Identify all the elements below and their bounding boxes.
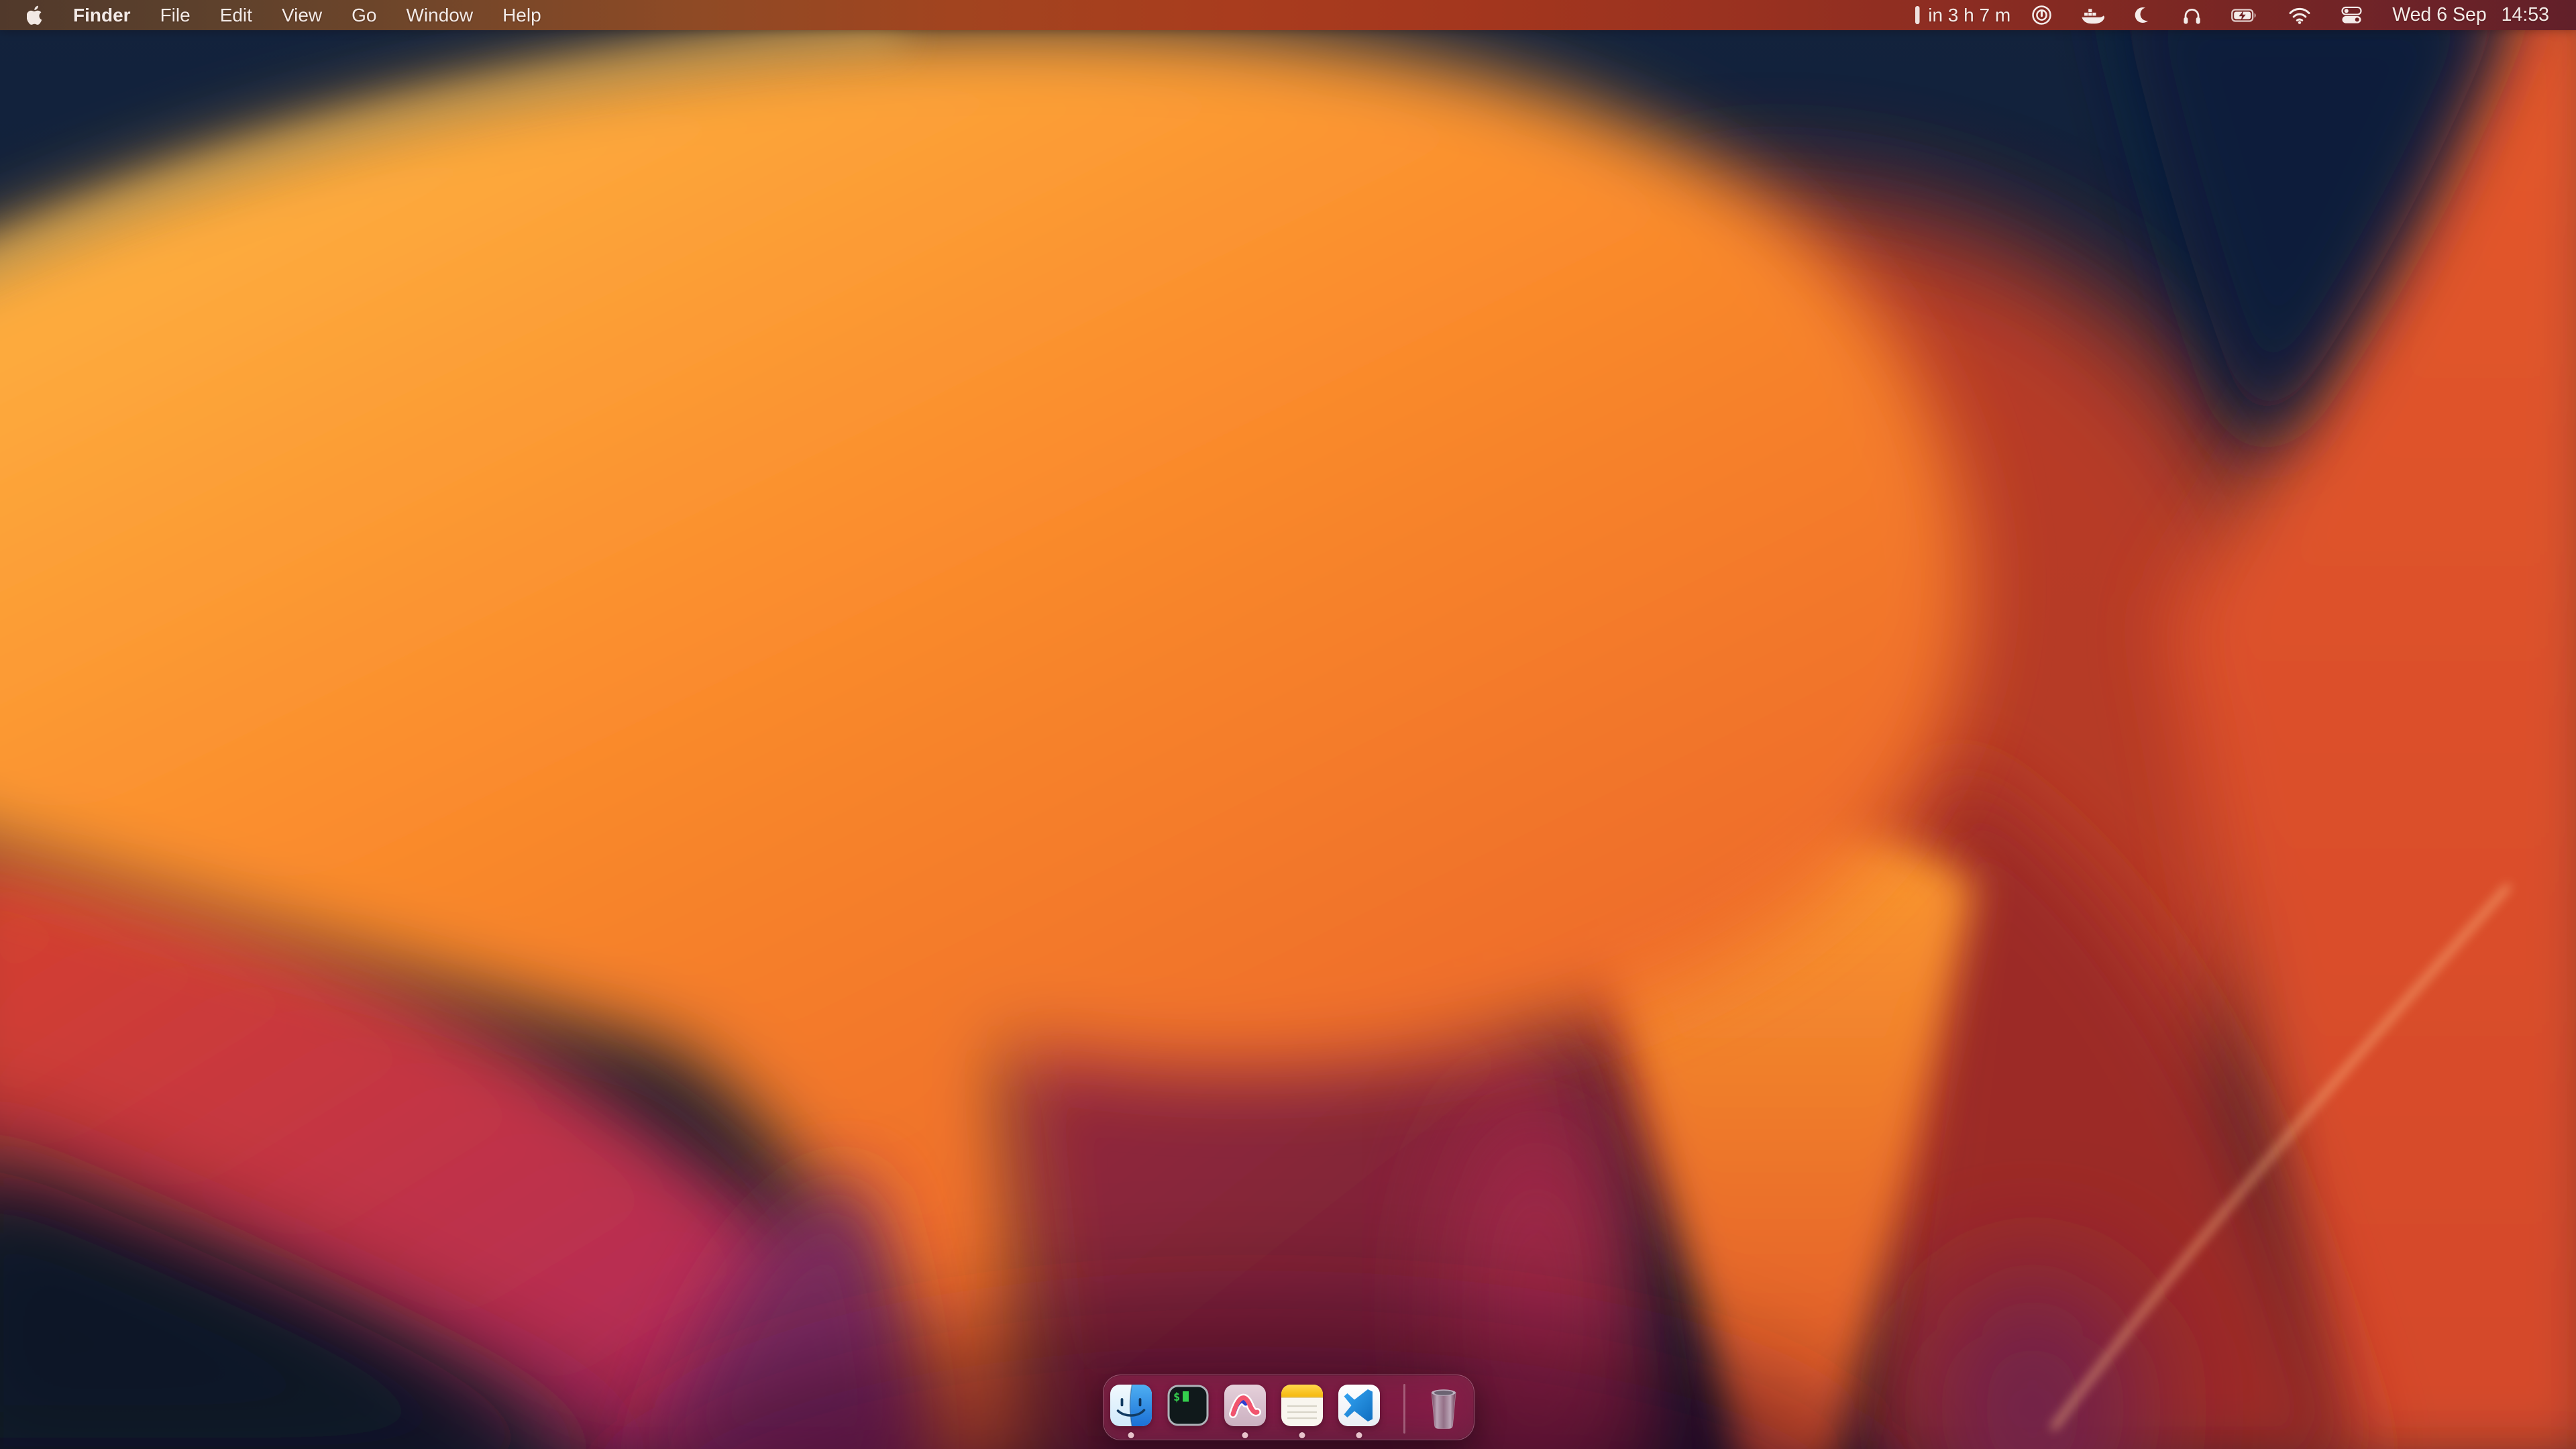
- finder-icon: [1110, 1384, 1152, 1427]
- app-menus: Finder File Edit View Go Window Help: [58, 0, 556, 30]
- dock-item-arc[interactable]: [1224, 1384, 1267, 1427]
- menu-item-view[interactable]: View: [267, 0, 337, 30]
- apple-logo-icon: [27, 4, 45, 26]
- dock-item-terminal[interactable]: $: [1167, 1384, 1210, 1427]
- desktop-wallpaper: [0, 0, 2576, 1449]
- moon-icon[interactable]: [2135, 6, 2153, 24]
- dock-item-notes[interactable]: [1281, 1384, 1324, 1427]
- dock-item-trash[interactable]: [1424, 1384, 1464, 1431]
- menu-bar: Finder File Edit View Go Window Help in …: [0, 0, 2576, 30]
- terminal-icon: $: [1167, 1384, 1210, 1427]
- trash-icon: [1424, 1384, 1464, 1431]
- dock-item-vscode[interactable]: [1338, 1384, 1381, 1427]
- dock-apps: $: [1110, 1384, 1381, 1427]
- svg-text:$: $: [1173, 1391, 1180, 1404]
- running-indicator: [1242, 1432, 1248, 1438]
- running-indicator: [1299, 1432, 1305, 1438]
- menu-item-go[interactable]: Go: [337, 0, 391, 30]
- dock: $: [1103, 1375, 1474, 1440]
- time-label: 14:53: [2502, 4, 2549, 26]
- menu-item-window[interactable]: Window: [391, 0, 488, 30]
- docker-icon[interactable]: [2081, 5, 2106, 25]
- headphones-icon[interactable]: [2182, 5, 2202, 25]
- date-label: Wed 6 Sep: [2392, 4, 2486, 26]
- arc-browser-icon: [1224, 1384, 1267, 1427]
- timer-status-item[interactable]: in 3 h 7 m: [1915, 5, 2010, 26]
- running-indicator: [1128, 1432, 1134, 1438]
- menu-bar-clock[interactable]: Wed 6 Sep 14:53: [2392, 4, 2549, 26]
- status-menu-extras: in 3 h 7 m: [1915, 4, 2576, 26]
- menu-item-edit[interactable]: Edit: [205, 0, 267, 30]
- control-center-icon[interactable]: [2340, 5, 2363, 25]
- dock-separator: [1403, 1384, 1405, 1434]
- menu-item-finder[interactable]: Finder: [58, 0, 146, 30]
- battery-charging-icon[interactable]: [2231, 7, 2259, 24]
- running-indicator: [1356, 1432, 1362, 1438]
- vscode-icon: [1338, 1384, 1381, 1427]
- dock-item-finder[interactable]: [1110, 1384, 1152, 1427]
- menu-item-help[interactable]: Help: [488, 0, 556, 30]
- status-pill-icon: [1915, 6, 1920, 24]
- timer-label: in 3 h 7 m: [1928, 5, 2010, 26]
- apple-menu[interactable]: [27, 4, 45, 26]
- wifi-icon[interactable]: [2288, 6, 2311, 24]
- 1password-icon[interactable]: [2031, 5, 2052, 25]
- menu-item-file[interactable]: File: [146, 0, 205, 30]
- notes-icon: [1281, 1384, 1324, 1427]
